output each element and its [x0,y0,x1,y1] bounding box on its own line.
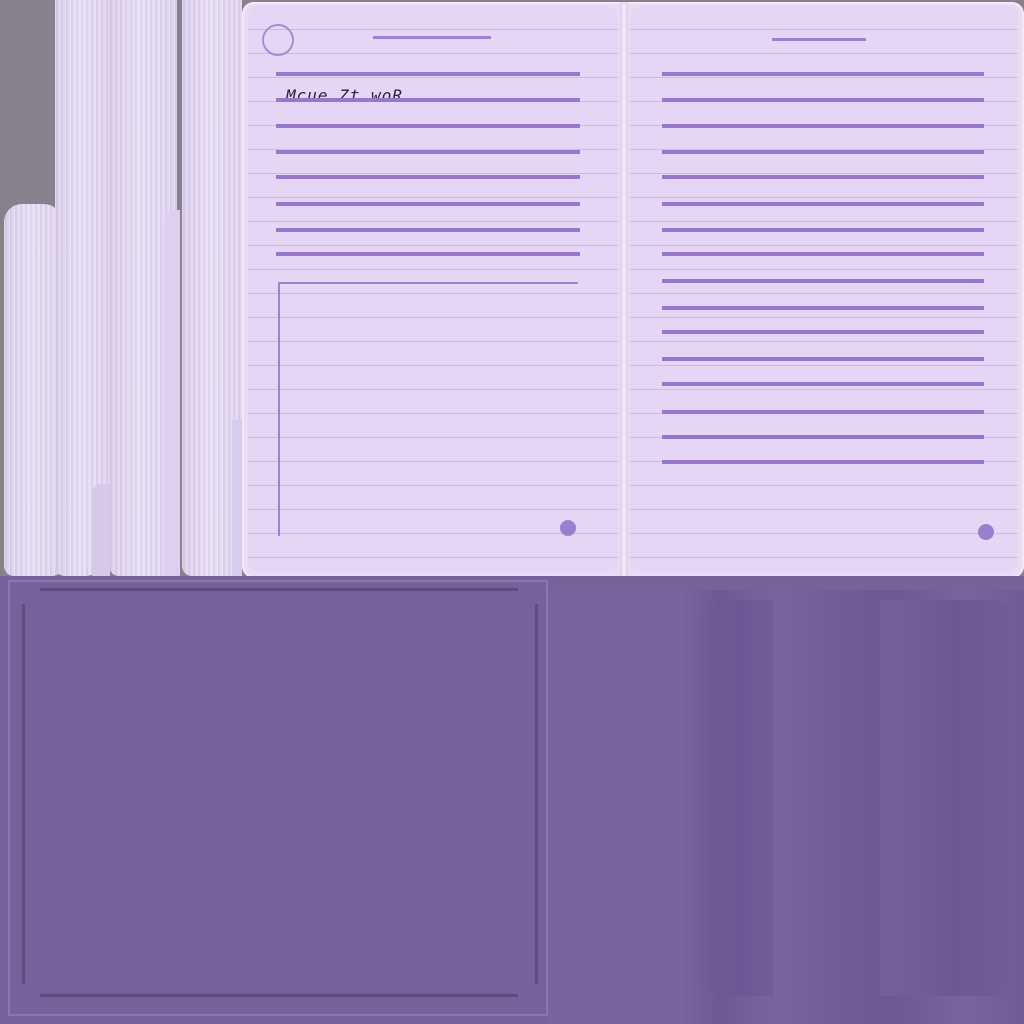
text-line [662,175,984,179]
text-line [662,460,984,464]
text-line [662,306,984,310]
text-line [662,98,984,102]
text-line [276,175,580,179]
front-cover-inset [22,604,538,984]
spine-shading [690,600,774,996]
text-line [662,410,984,414]
text-line [662,72,984,76]
handwritten-note: Mcue Zt.woR. [286,86,414,105]
punch-hole-icon [262,24,294,56]
page-edge-notch [164,210,180,576]
page-marker-dot-icon [978,524,994,540]
text-line [276,124,580,128]
text-line [662,279,984,283]
text-line [276,252,580,256]
text-line [662,357,984,361]
text-line [662,435,984,439]
text-line [276,98,580,102]
notebook-spread: Mcue Zt.woR. [242,2,1024,578]
text-line [662,330,984,334]
text-line [662,150,984,154]
text-line [276,228,580,232]
page-edge-notch [92,484,110,576]
spine-shading [880,600,1016,996]
text-line [662,124,984,128]
right-page-header [772,38,866,41]
text-line [662,252,984,256]
page-marker-dot-icon [560,520,576,536]
cover-bottom-groove [40,994,518,997]
text-line [276,150,580,154]
text-line [662,382,984,386]
left-page-header [373,36,491,39]
text-line [276,72,580,76]
text-line [662,228,984,232]
page-gutter [620,2,628,578]
notebook-texture-atlas: Mcue Zt.woR. [0,0,1024,1024]
text-line [276,202,580,206]
left-page: Mcue Zt.woR. [248,6,618,572]
right-page [630,6,1018,572]
image-frame [278,282,578,536]
page-edge-strip [4,204,62,576]
cover-top-groove [40,588,518,591]
page-edge-notch [232,420,242,576]
text-line [662,202,984,206]
